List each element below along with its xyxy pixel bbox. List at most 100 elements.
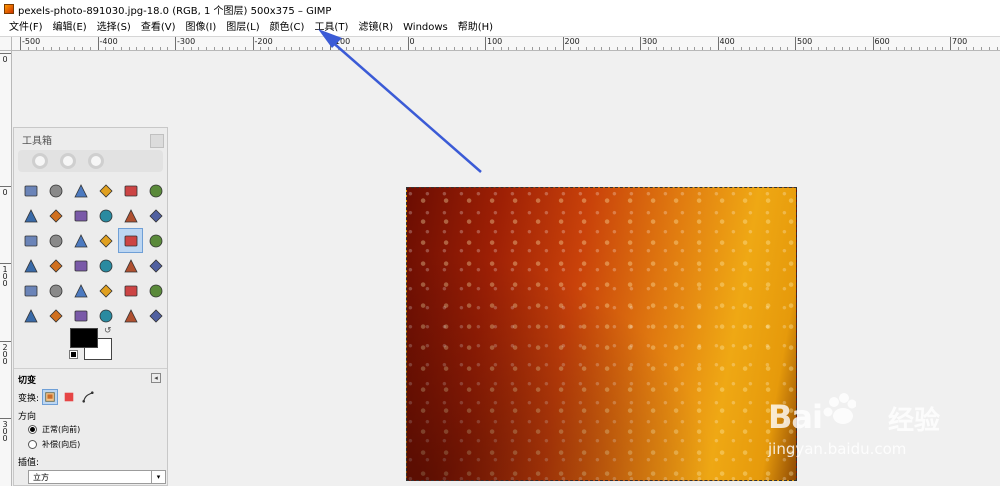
tool-button[interactable] — [18, 278, 43, 303]
tool-button[interactable] — [93, 228, 118, 253]
tool-button[interactable] — [68, 303, 93, 328]
tool-button[interactable] — [118, 253, 143, 278]
tool-button[interactable] — [118, 303, 143, 328]
interpolation-value: 立方 — [33, 472, 49, 482]
menu-image[interactable]: 图像(I) — [181, 18, 222, 37]
ruler-label: 0 — [409, 37, 415, 46]
tool-button[interactable] — [18, 203, 43, 228]
menu-layer[interactable]: 图层(L) — [221, 18, 264, 37]
direction-normal-radio[interactable] — [28, 425, 37, 434]
ruler-minor-tick — [151, 47, 153, 50]
wilber-drop-area[interactable] — [18, 150, 163, 172]
paths-icon — [48, 208, 63, 223]
tool-button[interactable] — [93, 278, 118, 303]
tool-button[interactable] — [68, 278, 93, 303]
default-colors-icon[interactable] — [69, 350, 78, 359]
ruler-minor-tick — [926, 47, 928, 50]
vertical-ruler[interactable]: 0 0 100 200 300 — [0, 51, 12, 486]
tool-button[interactable] — [43, 278, 68, 303]
direction-normal-option[interactable]: 正常(向前) — [18, 422, 163, 437]
tool-button[interactable] — [93, 253, 118, 278]
horizontal-ruler[interactable]: -500 -400 -300 -200 -100 0 100 200 300 400 500 600 7… — [12, 37, 1000, 51]
menu-help[interactable]: 帮助(H) — [453, 18, 498, 37]
tool-button[interactable] — [43, 178, 68, 203]
paintbrush-icon — [24, 285, 37, 296]
tool-button[interactable] — [143, 253, 168, 278]
magnify-icon — [99, 309, 112, 322]
direction-corrective-option[interactable]: 补偿(向后) — [18, 437, 163, 452]
ruler-minor-tick — [570, 47, 572, 50]
ruler-minor-tick — [306, 47, 308, 50]
tool-button[interactable] — [18, 228, 43, 253]
tool-button[interactable] — [118, 278, 143, 303]
ruler-label: -300 — [177, 37, 196, 46]
ruler-minor-tick — [957, 47, 959, 50]
tool-button[interactable] — [143, 178, 168, 203]
tool-button[interactable] — [68, 203, 93, 228]
tool-button[interactable] — [143, 278, 168, 303]
tool-button[interactable] — [43, 228, 68, 253]
ruler-minor-tick — [748, 47, 750, 50]
menu-view[interactable]: 查看(V) — [136, 18, 181, 37]
tool-button[interactable] — [68, 228, 93, 253]
foreground-color-swatch[interactable] — [70, 328, 98, 348]
transform-selection-button[interactable] — [61, 389, 77, 405]
tool-button[interactable] — [93, 178, 118, 203]
ruler-label: -400 — [99, 37, 118, 46]
tool-button[interactable] — [18, 253, 43, 278]
crop-icon — [49, 234, 62, 247]
image-canvas[interactable] — [406, 187, 797, 481]
tool-button[interactable] — [143, 303, 168, 328]
transform-path-button[interactable] — [80, 389, 96, 405]
tool-button[interactable] — [93, 203, 118, 228]
tool-button[interactable] — [18, 303, 43, 328]
ruler-major-tick — [20, 37, 21, 50]
tool-button[interactable] — [68, 253, 93, 278]
menu-colors[interactable]: 颜色(C) — [265, 18, 310, 37]
tool-button[interactable] — [43, 203, 68, 228]
menu-tools[interactable]: 工具(T) — [309, 18, 353, 37]
ruler-minor-tick — [384, 47, 386, 50]
ruler-minor-tick — [368, 47, 370, 50]
menu-edit[interactable]: 编辑(E) — [48, 18, 92, 37]
menu-select[interactable]: 选择(S) — [92, 18, 136, 37]
tool-button[interactable] — [143, 228, 168, 253]
ruler-minor-tick — [709, 47, 711, 50]
tool-button[interactable] — [93, 303, 118, 328]
menu-file[interactable]: 文件(F) — [4, 18, 48, 37]
ruler-corner[interactable] — [0, 37, 12, 51]
ruler-minor-tick — [585, 47, 587, 50]
tool-button[interactable] — [68, 178, 93, 203]
ruler-minor-tick — [981, 47, 982, 50]
ruler-minor-tick — [27, 47, 29, 50]
direction-corrective-radio[interactable] — [28, 440, 37, 449]
ruler-minor-tick — [105, 47, 107, 50]
tool-button[interactable] — [118, 203, 143, 228]
ruler-minor-tick — [973, 47, 975, 50]
tool-button[interactable] — [18, 178, 43, 203]
ruler-minor-tick — [508, 47, 510, 50]
ruler-minor-tick — [237, 47, 238, 50]
ruler-minor-tick — [477, 47, 479, 50]
ruler-major-tick — [640, 37, 641, 50]
tool-options-menu-button[interactable]: ◂ — [151, 373, 161, 383]
text-tool-icon — [74, 260, 87, 271]
tool-button[interactable] — [43, 303, 68, 328]
tool-button[interactable] — [143, 203, 168, 228]
menu-windows[interactable]: Windows — [398, 18, 453, 37]
blend-icon — [123, 258, 138, 272]
tool-button[interactable] — [118, 178, 143, 203]
ruler-minor-tick — [268, 47, 269, 50]
menu-filters[interactable]: 滤镜(R) — [353, 18, 398, 37]
transform-layer-button[interactable] — [42, 389, 59, 405]
eraser-icon — [49, 284, 62, 297]
ruler-minor-tick — [136, 47, 138, 50]
interpolation-select[interactable]: 立方 ▾ — [28, 470, 166, 484]
swap-colors-icon[interactable]: ↺ — [104, 326, 112, 336]
tool-button[interactable] — [43, 253, 68, 278]
tool-button[interactable] — [118, 228, 143, 253]
toolbox-close-button[interactable] — [150, 134, 164, 148]
ruler-minor-tick — [500, 47, 502, 50]
ruler-minor-tick — [345, 47, 347, 50]
ruler-minor-tick — [756, 47, 758, 50]
